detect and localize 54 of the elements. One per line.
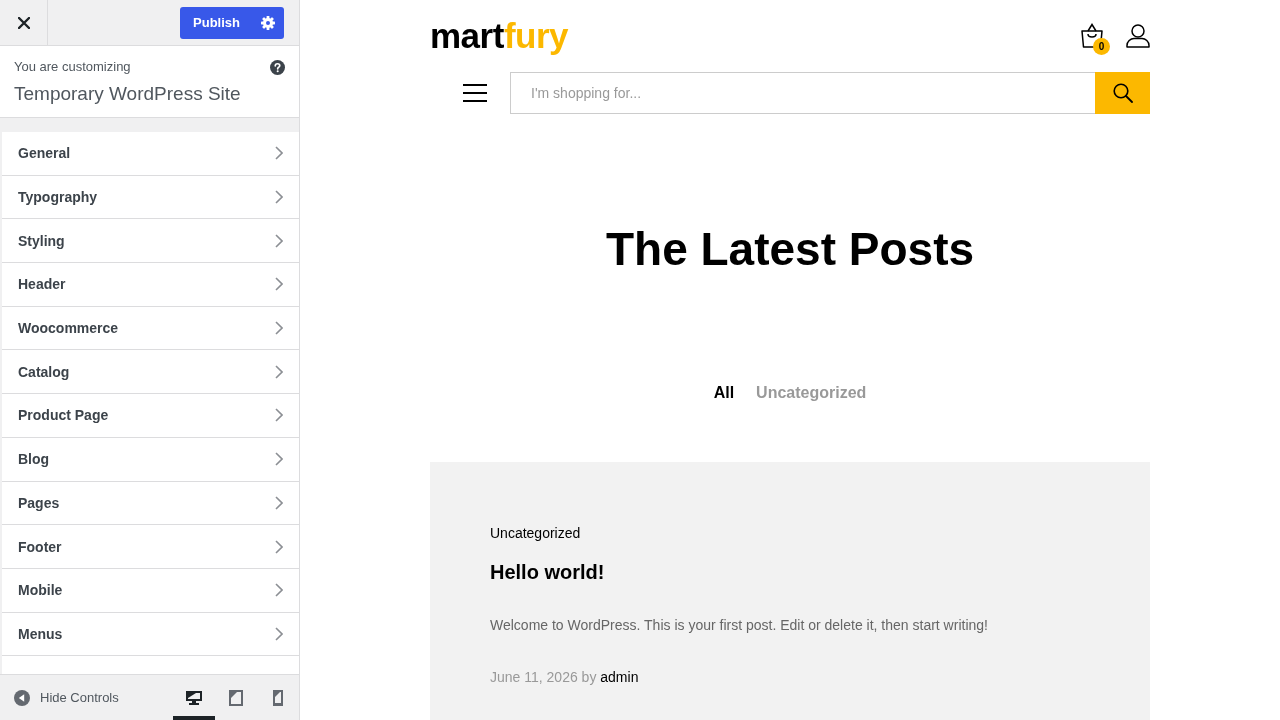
chevron-right-icon xyxy=(275,583,283,598)
chevron-right-icon xyxy=(275,364,283,379)
menu-icon xyxy=(463,84,487,102)
menu-button[interactable] xyxy=(463,84,487,102)
cart-button[interactable]: 0 xyxy=(1080,23,1110,55)
page-heading: The Latest Posts xyxy=(604,222,976,277)
mobile-phone-icon xyxy=(273,689,283,706)
help-icon[interactable] xyxy=(270,59,285,75)
user-icon xyxy=(1126,24,1150,48)
gear-icon xyxy=(261,15,275,30)
arrow-left-circle-icon xyxy=(14,689,30,706)
search-field[interactable]: I'm shopping for... xyxy=(510,72,1095,114)
shopping-bag-icon xyxy=(1080,23,1104,48)
section-item[interactable]: Catalog xyxy=(2,350,299,395)
hide-controls-button[interactable]: Hide Controls xyxy=(0,689,119,706)
chevron-right-icon xyxy=(275,190,283,205)
section-item[interactable]: Styling xyxy=(2,219,299,264)
chevron-right-icon xyxy=(275,452,283,467)
section-item[interactable]: Mobile xyxy=(2,568,299,613)
section-item[interactable]: Woocommerce xyxy=(2,306,299,351)
post-title[interactable]: Hello world! xyxy=(490,558,1090,586)
customizing-label: You are customizing xyxy=(14,59,131,75)
account-button[interactable] xyxy=(1126,24,1150,48)
chevron-right-icon xyxy=(275,321,283,336)
chevron-right-icon xyxy=(275,539,283,554)
cart-count-badge: 0 xyxy=(1093,38,1110,55)
chevron-right-icon xyxy=(275,233,283,248)
post-category-link[interactable]: Uncategorized xyxy=(490,523,581,543)
close-icon xyxy=(17,16,30,29)
section-item[interactable]: Typography xyxy=(2,175,299,220)
chevron-right-icon xyxy=(275,146,283,161)
publish-button[interactable]: Publish xyxy=(180,6,252,39)
search-icon xyxy=(1112,83,1133,103)
desktop-icon xyxy=(186,689,202,706)
section-item[interactable]: Footer xyxy=(2,525,299,569)
section-item[interactable]: Menus xyxy=(2,612,299,657)
post-excerpt: Welcome to WordPress. This is your first post. Edit or delete it, then start writing! xyxy=(490,616,989,635)
filter-tab[interactable]: All xyxy=(713,381,735,405)
search-button[interactable] xyxy=(1095,72,1150,114)
section-item[interactable]: Pages xyxy=(2,481,299,526)
site-title: Temporary WordPress Site xyxy=(14,83,242,105)
section-item[interactable]: Product Page xyxy=(2,394,299,438)
settings-button[interactable] xyxy=(252,6,284,39)
chevron-right-icon xyxy=(275,277,283,292)
post-meta: June 11, 2026 by admin xyxy=(490,668,640,687)
chevron-right-icon xyxy=(275,495,283,510)
section-item[interactable]: General xyxy=(2,132,299,176)
site-logo[interactable]: martfury xyxy=(430,16,568,56)
author-link[interactable]: admin xyxy=(600,669,639,685)
chevron-right-icon xyxy=(275,626,283,641)
chevron-right-icon xyxy=(275,408,283,423)
tablet-icon xyxy=(229,689,243,706)
section-item[interactable]: Blog xyxy=(2,437,299,482)
section-item[interactable]: Header xyxy=(2,263,299,307)
